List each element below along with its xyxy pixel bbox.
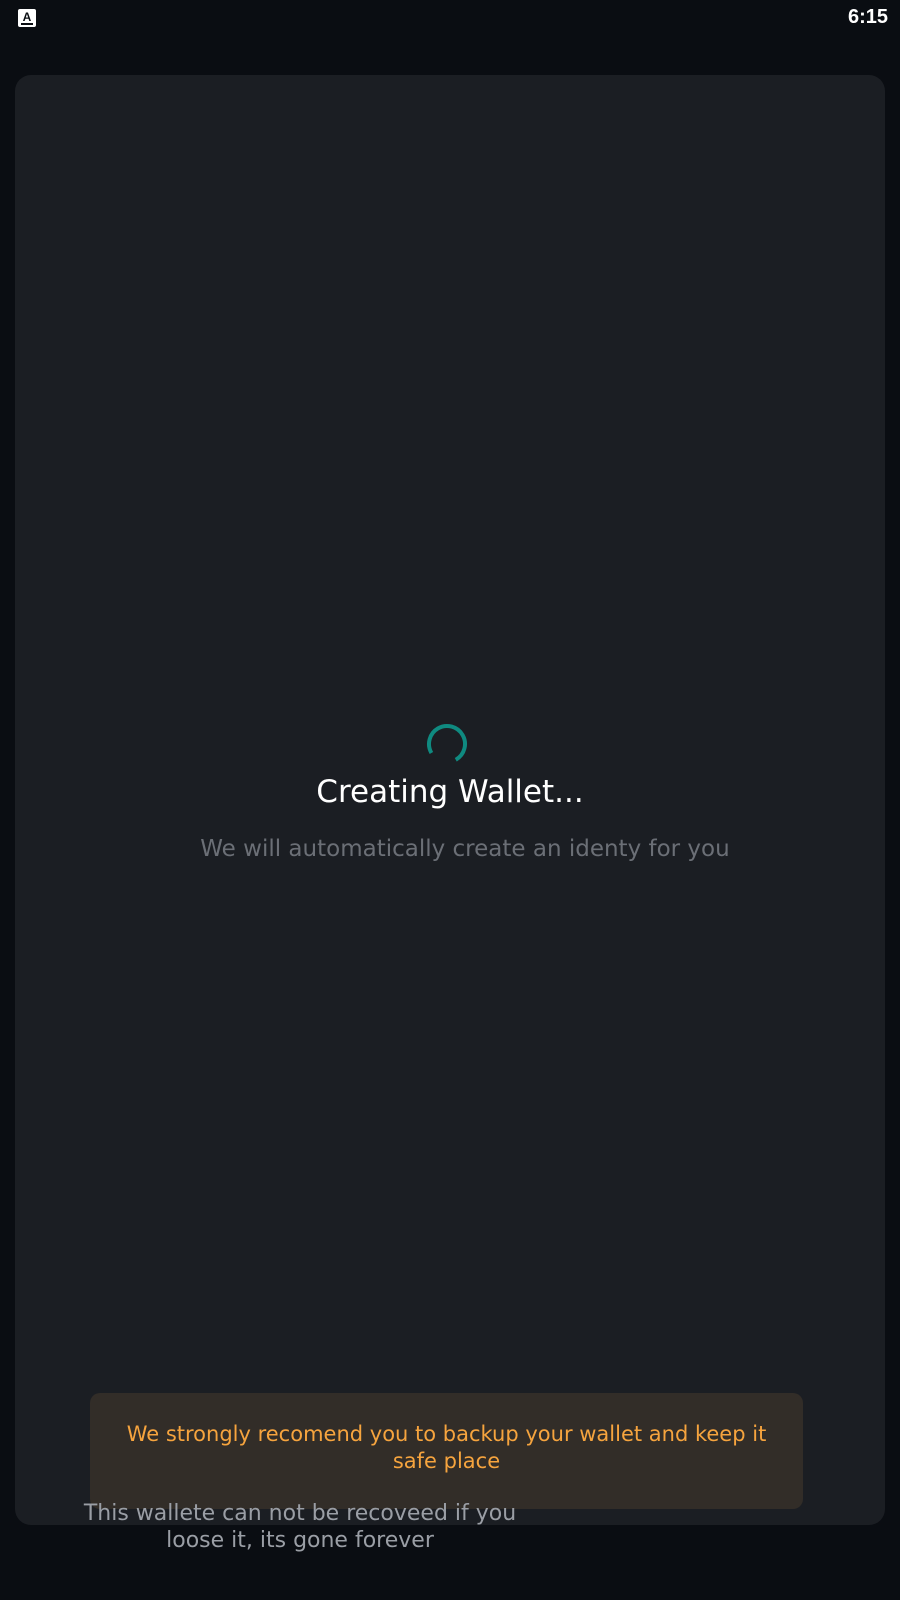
recovery-warning-note: This wallete can not be recoveed if you … xyxy=(83,1501,517,1553)
backup-warning-box: We strongly recomend you to backup your … xyxy=(90,1393,803,1509)
loading-subtitle: We will automatically create an identy f… xyxy=(200,836,730,862)
status-bar: 6:15 xyxy=(0,0,900,40)
backup-warning-text: We strongly recomend you to backup your … xyxy=(126,1422,767,1473)
status-time: 6:15 xyxy=(847,6,888,28)
loading-title: Creating Wallet... xyxy=(316,774,584,810)
loading-spinner-icon xyxy=(427,723,467,764)
app-store-icon xyxy=(18,9,36,27)
